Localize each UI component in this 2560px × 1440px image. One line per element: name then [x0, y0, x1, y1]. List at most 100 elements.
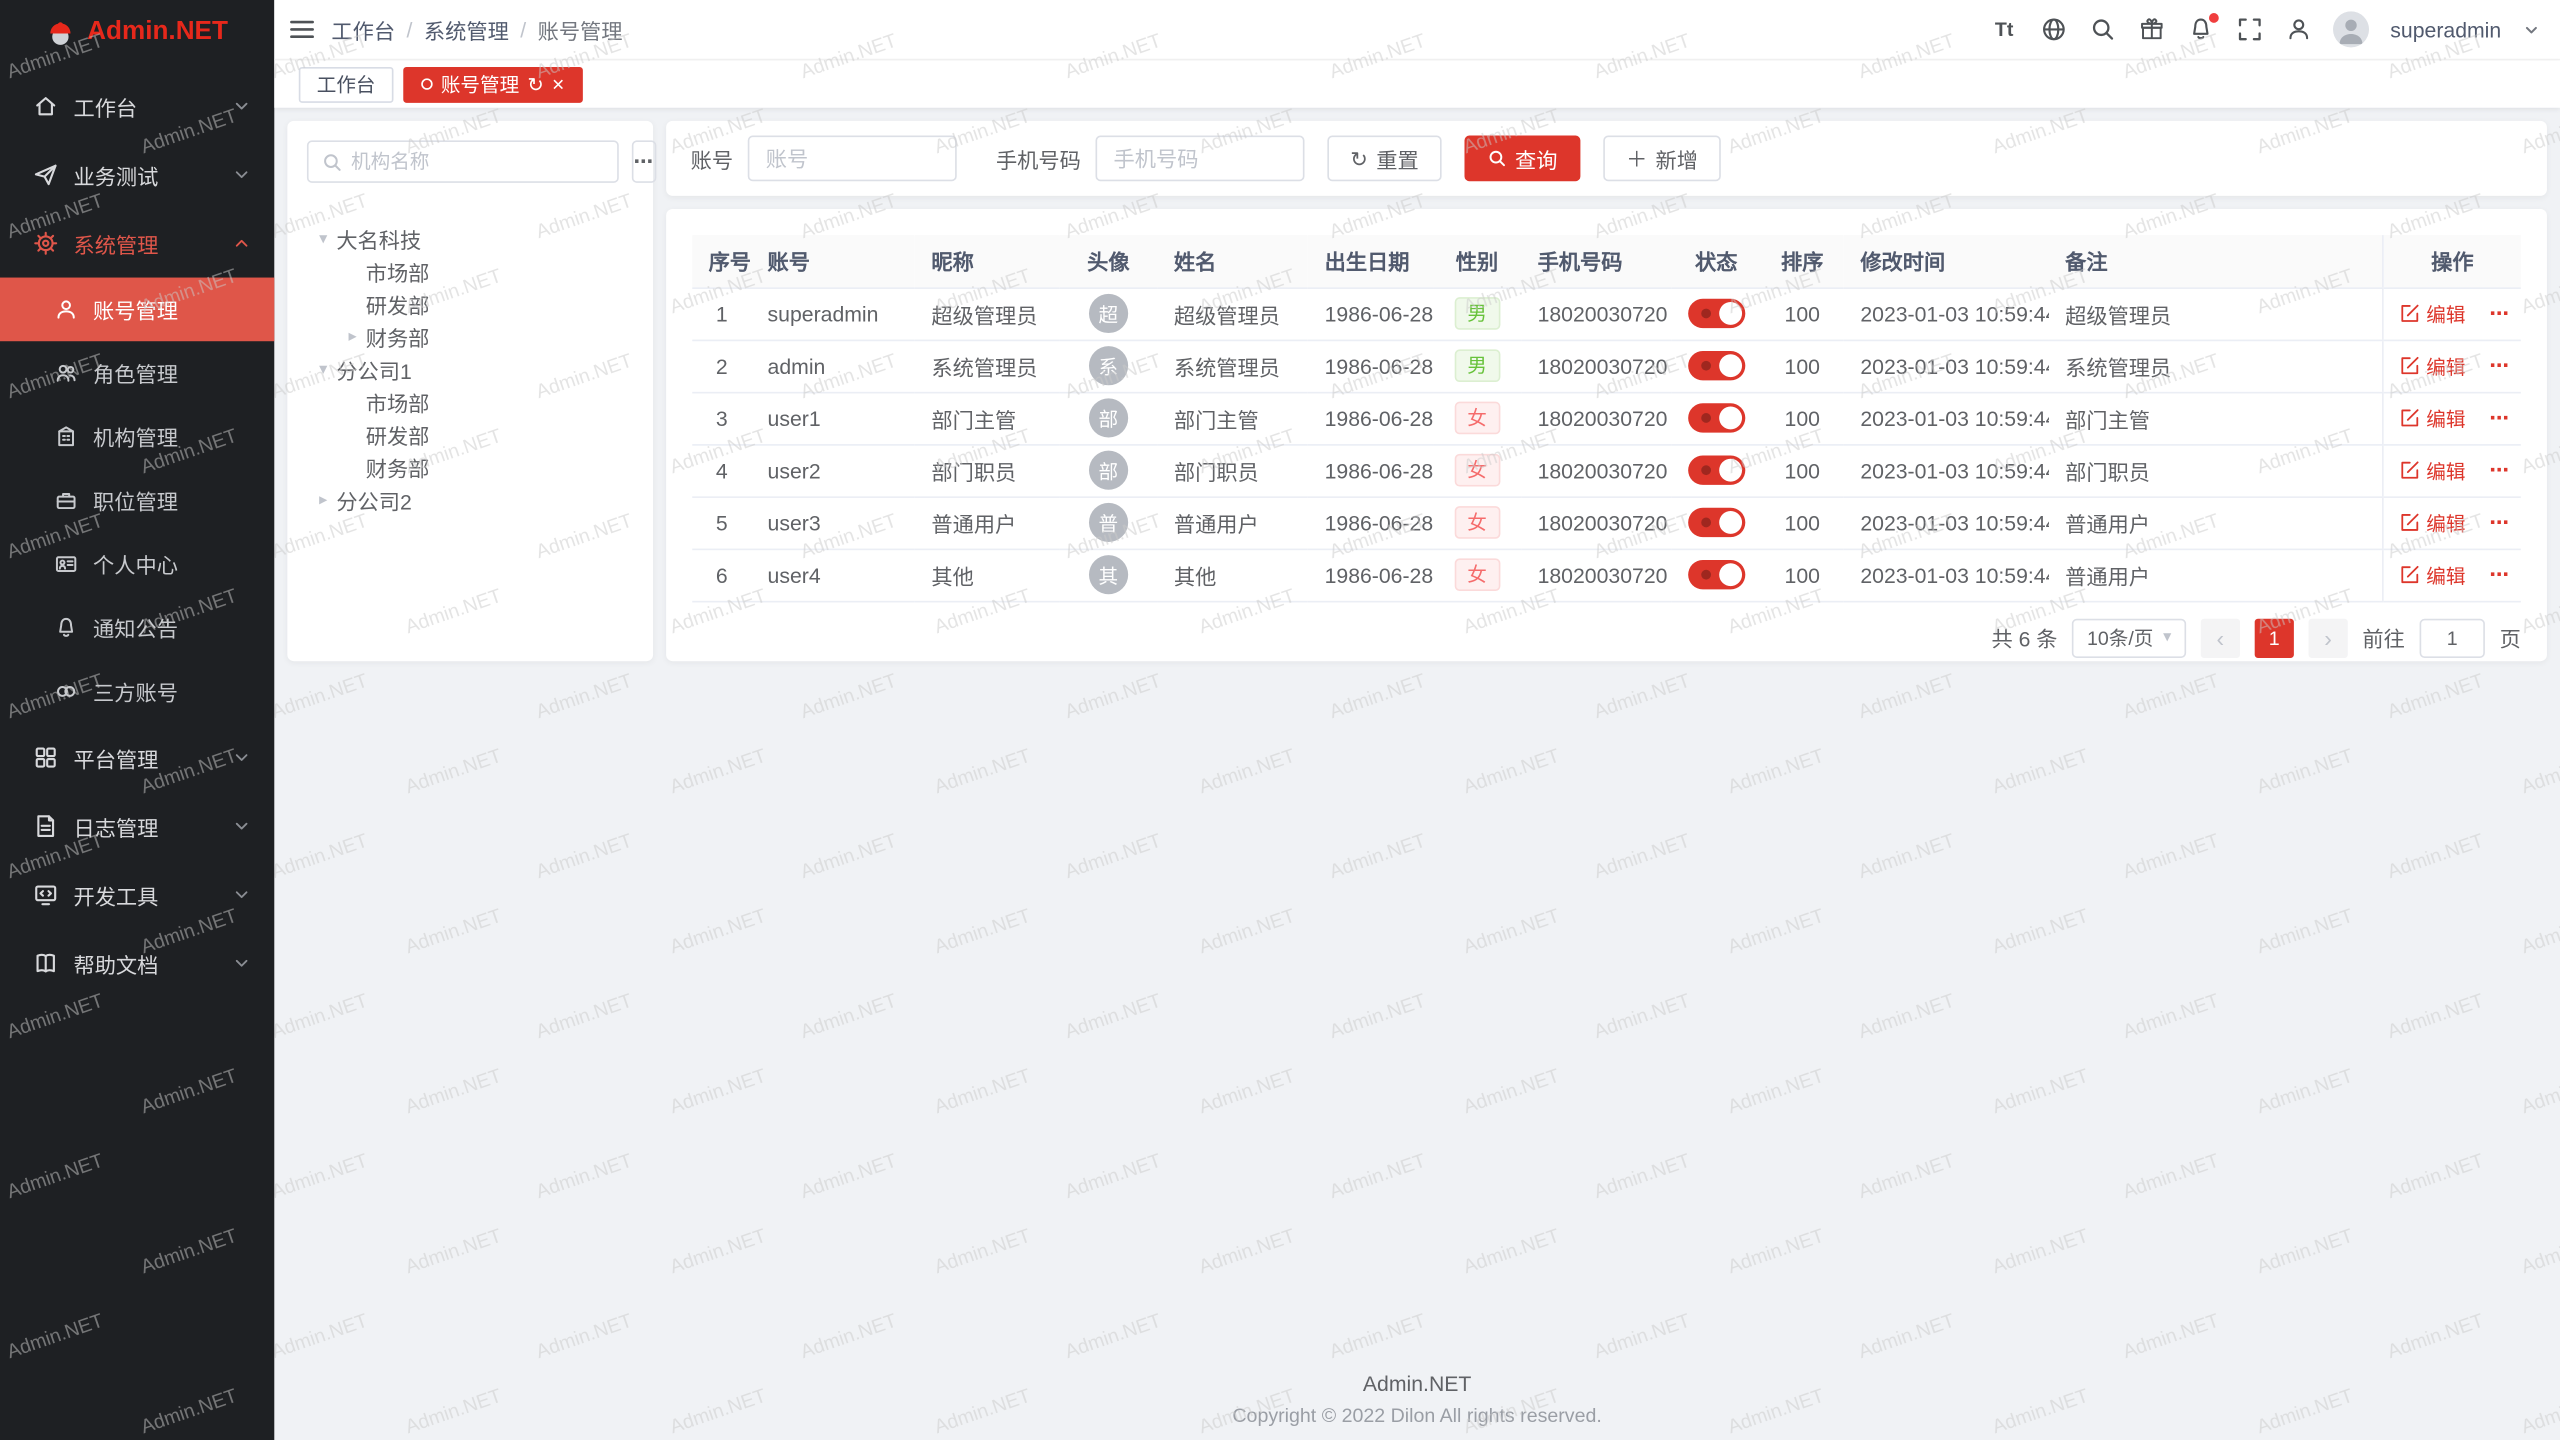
sidebar-item-position-management[interactable]: 职位管理: [0, 469, 274, 533]
org-more-button[interactable]: ⋯: [632, 140, 656, 182]
cell-status: [1672, 392, 1760, 444]
user-icon[interactable]: [2284, 16, 2312, 44]
table-row: 5 user3 普通用户 普 普通用户 1986-06-28 女 1802003…: [692, 496, 2521, 548]
font-size-icon[interactable]: Tt: [1990, 16, 2018, 44]
sidebar-item-notice[interactable]: 通知公告: [0, 596, 274, 660]
notification-icon[interactable]: [2186, 16, 2214, 44]
tree-node[interactable]: 市场部: [307, 385, 634, 418]
search-icon: [1487, 149, 1507, 169]
col-header-name: 姓名: [1158, 235, 1309, 287]
status-toggle[interactable]: [1688, 351, 1745, 380]
status-toggle[interactable]: [1688, 508, 1745, 537]
edit-button[interactable]: 编辑: [2400, 456, 2465, 484]
toggle-knob: [1719, 563, 1742, 586]
row-more-button[interactable]: ⋯: [2489, 563, 2510, 586]
tree-node[interactable]: ▾ 分公司1: [307, 353, 634, 386]
gift-icon[interactable]: [2137, 16, 2165, 44]
sidebar-item-workbench[interactable]: 工作台: [0, 72, 274, 141]
goto-page-input[interactable]: [2420, 618, 2485, 657]
grid-icon: [33, 744, 59, 770]
sidebar-item-third-party-account[interactable]: 三方账号: [0, 660, 274, 724]
edit-button[interactable]: 编辑: [2400, 300, 2465, 328]
org-search-input[interactable]: [351, 150, 604, 173]
user-avatar[interactable]: [2333, 11, 2369, 47]
code-icon: [33, 882, 59, 908]
sidebar-item-business-test[interactable]: 业务测试: [0, 140, 274, 209]
cell-name: 超级管理员: [1158, 287, 1309, 339]
cell-phone: 18020030720: [1521, 549, 1672, 601]
row-more-button[interactable]: ⋯: [2489, 407, 2510, 430]
tree-node[interactable]: ▸ 分公司2: [307, 483, 634, 516]
edit-button[interactable]: 编辑: [2400, 509, 2465, 537]
sidebar-item-platform-management[interactable]: 平台管理: [0, 723, 274, 792]
search-icon[interactable]: [2088, 16, 2116, 44]
cell-modified: 2023-01-03 10:59:44: [1844, 340, 2049, 392]
tree-node-label: 市场部: [366, 256, 430, 287]
status-toggle[interactable]: [1688, 403, 1745, 432]
table-row: 4 user2 部门职员 部 部门职员 1986-06-28 女 1802003…: [692, 444, 2521, 496]
phone-input[interactable]: [1096, 136, 1305, 182]
chevron-down-icon[interactable]: [2522, 20, 2540, 38]
page-number-button[interactable]: 1: [2255, 618, 2294, 657]
tree-node[interactable]: 研发部: [307, 418, 634, 451]
sidebar-item-system-management[interactable]: 系统管理: [0, 209, 274, 278]
search-button[interactable]: 查询: [1464, 136, 1580, 182]
app-logo[interactable]: Admin.NET: [0, 0, 274, 65]
row-more-button[interactable]: ⋯: [2489, 511, 2510, 534]
sidebar-item-role-management[interactable]: 角色管理: [0, 341, 274, 405]
cell-account: superadmin: [751, 287, 915, 339]
reset-button[interactable]: ↻ 重置: [1327, 136, 1441, 182]
sidebar-item-log-management[interactable]: 日志管理: [0, 792, 274, 861]
tree-node[interactable]: 财务部: [307, 451, 634, 484]
logo-icon: [46, 18, 75, 47]
sidebar-item-org-management[interactable]: 机构管理: [0, 405, 274, 469]
account-input[interactable]: [748, 136, 957, 182]
tree-node-label: 分公司1: [336, 353, 411, 384]
add-button[interactable]: ＋ 新增: [1603, 136, 1721, 182]
next-page-button[interactable]: ›: [2309, 618, 2348, 657]
tab-refresh-icon[interactable]: ↻: [527, 74, 543, 94]
toggle-knob: [1719, 407, 1742, 430]
avatar: 部: [1089, 398, 1128, 437]
breadcrumb-item[interactable]: 系统管理: [424, 14, 509, 45]
phone-label: 手机号码: [996, 143, 1081, 174]
tab-workbench[interactable]: 工作台: [299, 66, 394, 102]
tree-node[interactable]: 研发部: [307, 287, 634, 320]
fullscreen-icon[interactable]: [2235, 16, 2263, 44]
cell-account: user4: [751, 549, 915, 601]
sidebar-item-dev-tools[interactable]: 开发工具: [0, 860, 274, 929]
tree-node[interactable]: ▸ 财务部: [307, 320, 634, 353]
page-size-select[interactable]: 10条/页 ▾: [2072, 618, 2186, 657]
row-more-button[interactable]: ⋯: [2489, 354, 2510, 377]
prev-page-button[interactable]: ‹: [2201, 618, 2240, 657]
menu-collapse-button[interactable]: [287, 15, 316, 44]
row-more-button[interactable]: ⋯: [2489, 459, 2510, 482]
status-toggle[interactable]: [1688, 560, 1745, 589]
tab-account-management[interactable]: 账号管理 ↻ ×: [403, 66, 582, 102]
pagination: 共 6 条 10条/页 ▾ ‹ 1 › 前往 页: [692, 618, 2521, 657]
username[interactable]: superadmin: [2390, 17, 2501, 41]
avatar: 部: [1089, 451, 1128, 490]
cell-no: 2: [692, 340, 751, 392]
sidebar-item-profile-center[interactable]: 个人中心: [0, 532, 274, 596]
tree-node[interactable]: ▾ 大名科技: [307, 222, 634, 255]
row-more-button[interactable]: ⋯: [2489, 302, 2510, 325]
tree-node[interactable]: 市场部: [307, 255, 634, 288]
cell-no: 6: [692, 549, 751, 601]
edit-button[interactable]: 编辑: [2400, 404, 2465, 432]
col-header-no: 序号: [692, 235, 751, 287]
sidebar-item-help-docs[interactable]: 帮助文档: [0, 929, 274, 998]
chevron-down-icon: ▾: [2163, 629, 2171, 647]
edit-button[interactable]: 编辑: [2400, 561, 2465, 589]
cell-account: admin: [751, 340, 915, 392]
edit-button[interactable]: 编辑: [2400, 352, 2465, 380]
cell-remark: 超级管理员: [2049, 287, 2383, 339]
cell-ops: 编辑 ⋯: [2383, 444, 2521, 496]
language-icon[interactable]: [2039, 16, 2067, 44]
status-toggle[interactable]: [1688, 456, 1745, 485]
cell-name: 部门职员: [1158, 444, 1309, 496]
tab-close-icon[interactable]: ×: [552, 73, 564, 94]
status-toggle[interactable]: [1688, 299, 1745, 328]
sidebar-item-account-management[interactable]: 账号管理: [0, 278, 274, 342]
breadcrumb-item[interactable]: 工作台: [331, 14, 395, 45]
